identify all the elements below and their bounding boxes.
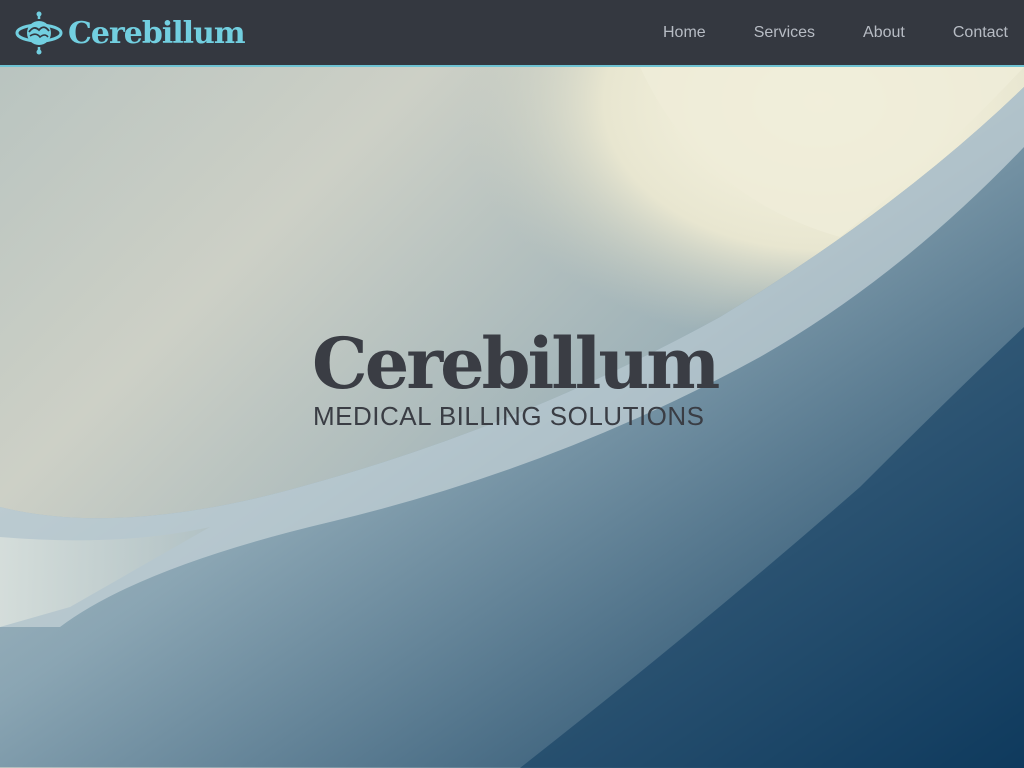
brain-globe-logo-icon (15, 11, 63, 55)
hero-subtitle: MEDICAL BILLING SOLUTIONS (313, 401, 705, 431)
nav-link-contact[interactable]: Contact (953, 24, 1008, 42)
hero-title: Cerebillum (312, 322, 720, 405)
main-nav: Home Services About Contact (663, 0, 1008, 66)
brand-home-link[interactable]: Cerebillum (14, 10, 246, 56)
nav-link-services[interactable]: Services (754, 24, 815, 42)
brand-name: Cerebillum (68, 16, 246, 51)
top-navbar: Cerebillum Home Services About Contact (0, 0, 1024, 67)
nav-link-about[interactable]: About (863, 24, 905, 42)
hero-section: Cerebillum MEDICAL BILLING SOLUTIONS (0, 67, 1024, 768)
hero-text-block: Cerebillum MEDICAL BILLING SOLUTIONS (312, 329, 732, 432)
nav-link-home[interactable]: Home (663, 24, 706, 42)
